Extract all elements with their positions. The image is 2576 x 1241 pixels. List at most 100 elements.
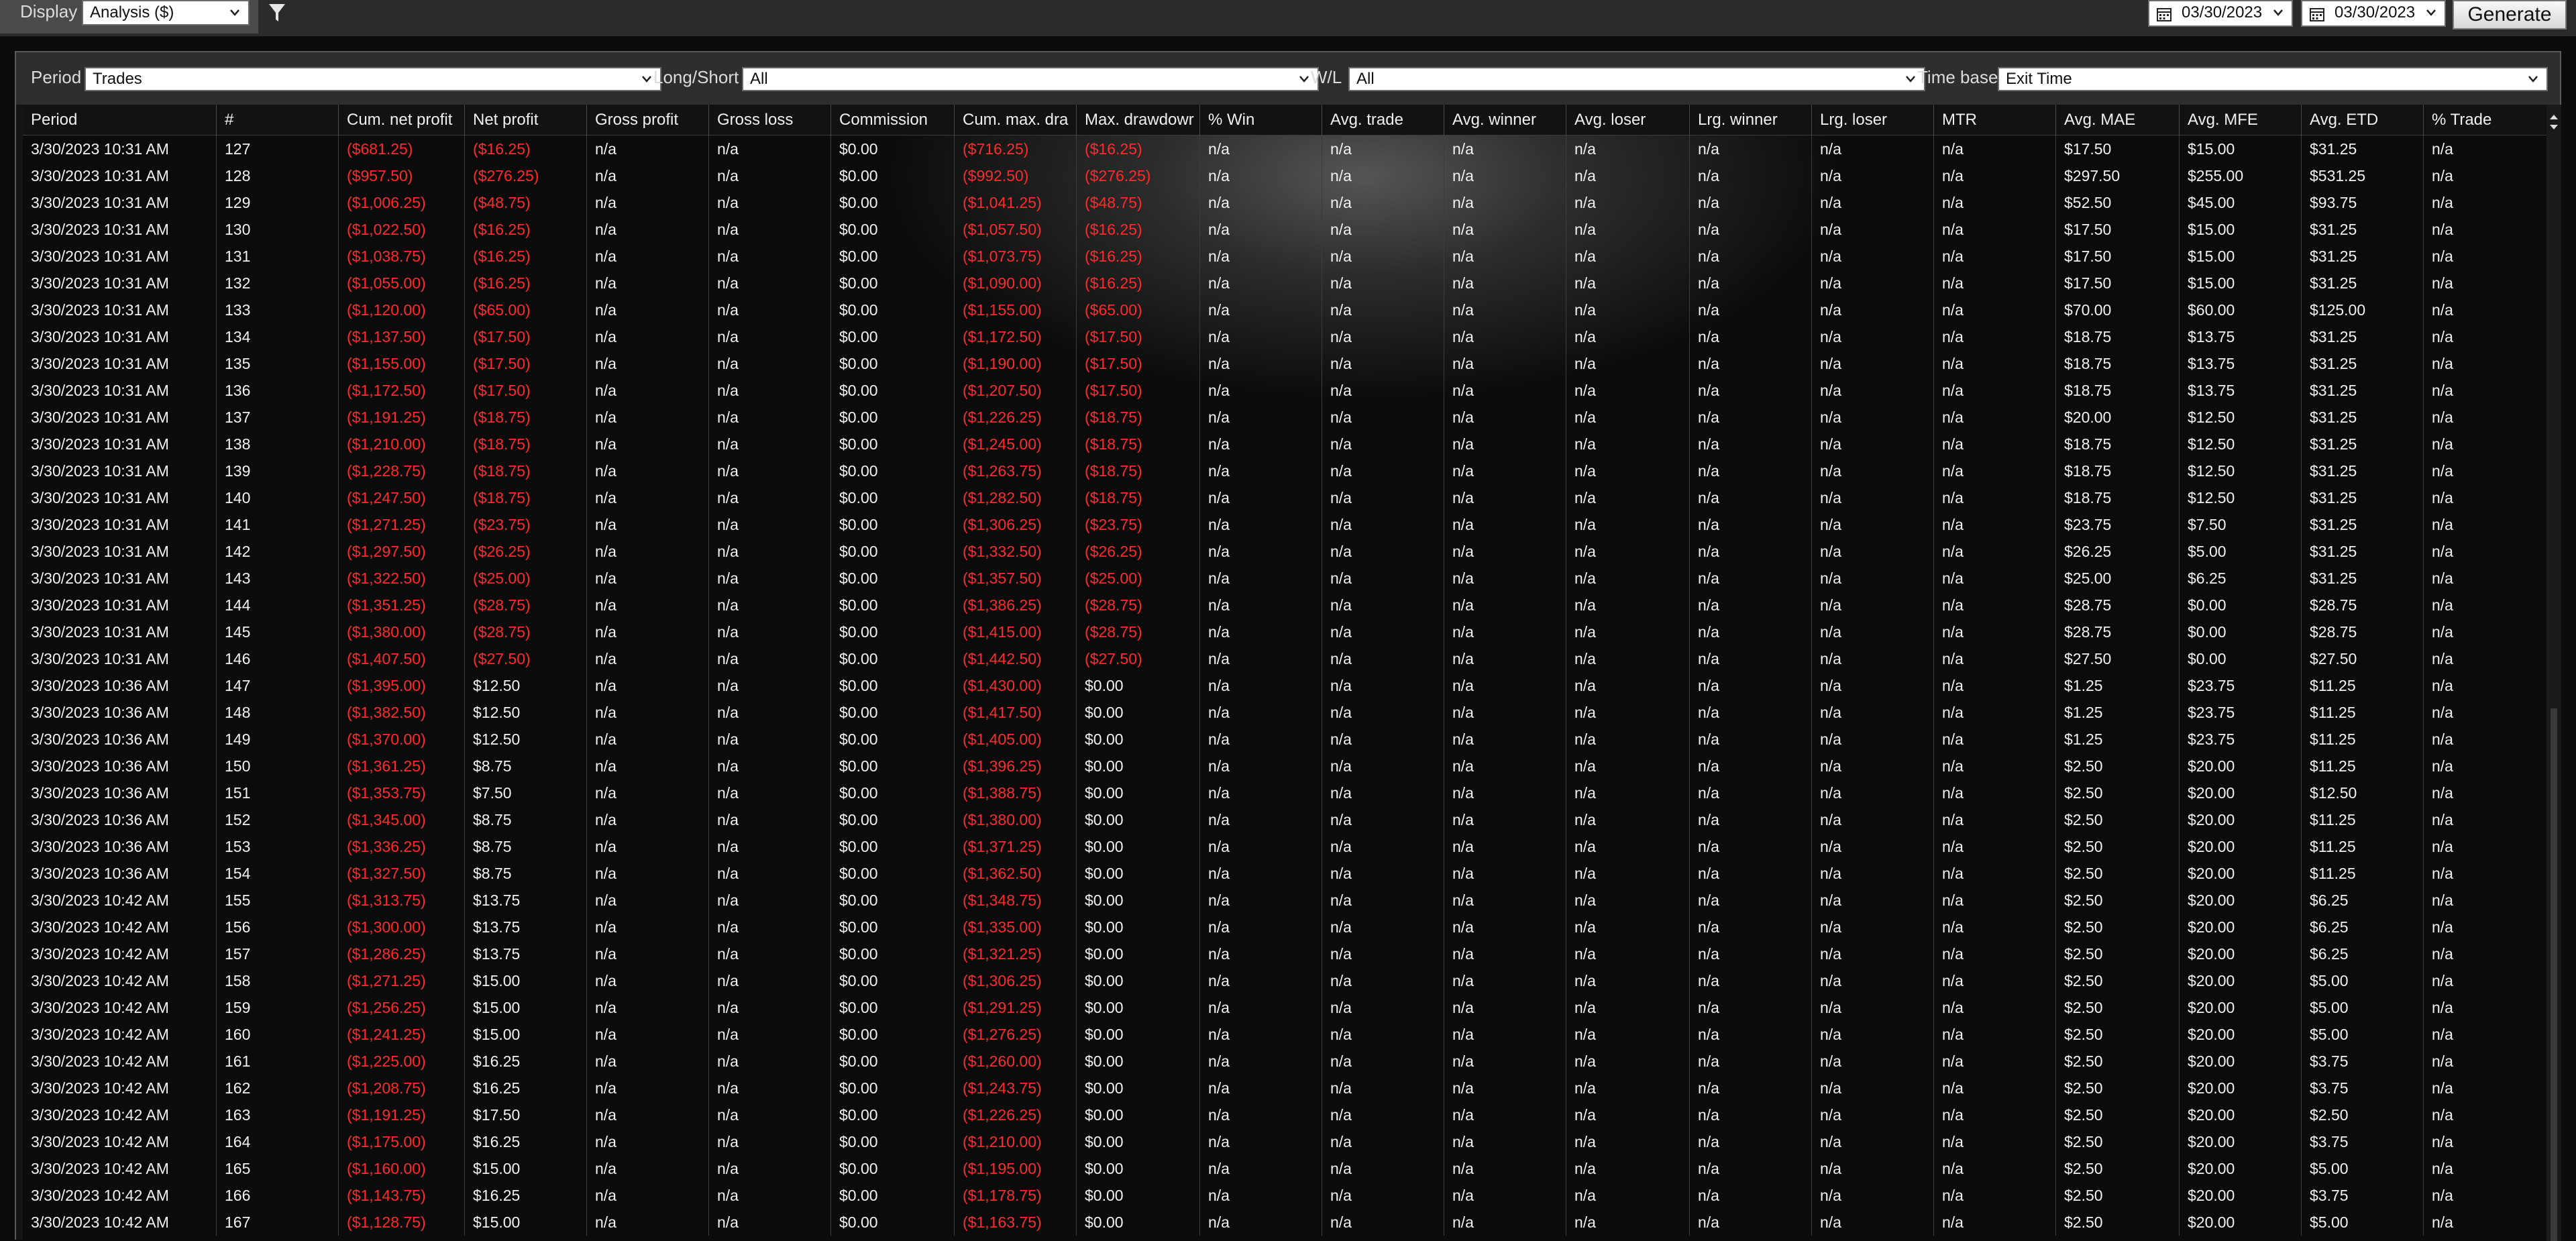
table-cell: $18.75	[2055, 377, 2179, 404]
table-cell: $11.25	[2301, 672, 2423, 699]
scrollbar-thumb[interactable]	[2551, 708, 2557, 1241]
table-cell: $20.00	[2179, 887, 2301, 914]
table-cell: n/a	[1199, 618, 1322, 645]
table-row[interactable]: 3/30/2023 10:31 AM 129 ($1,006.25) ($48.75)…	[23, 189, 2546, 216]
table-cell: 136	[216, 377, 338, 404]
table-row[interactable]: 3/30/2023 10:36 AM 148 ($1,382.50) $12.50 n/…	[23, 699, 2546, 726]
table-row[interactable]: 3/30/2023 10:36 AM 152 ($1,345.00) $8.75 n/a…	[23, 806, 2546, 833]
table-cell: n/a	[2423, 645, 2546, 672]
table-row[interactable]: 3/30/2023 10:31 AM 144 ($1,351.25) ($28.75)…	[23, 592, 2546, 618]
column-header[interactable]: Cum. max. dra	[954, 105, 1076, 136]
table-row[interactable]: 3/30/2023 10:42 AM 157 ($1,286.25) $13.75 n/…	[23, 940, 2546, 967]
table-row[interactable]: 3/30/2023 10:31 AM 135 ($1,155.00) ($17.50)…	[23, 350, 2546, 377]
table-row[interactable]: 3/30/2023 10:42 AM 161 ($1,225.00) $16.25 n/…	[23, 1048, 2546, 1075]
filter-icon[interactable]	[267, 1, 287, 24]
table-cell: n/a	[2423, 994, 2546, 1021]
table-row[interactable]: 3/30/2023 10:31 AM 137 ($1,191.25) ($18.75)…	[23, 404, 2546, 431]
scroll-arrows-icon[interactable]	[2546, 109, 2561, 136]
table-row[interactable]: 3/30/2023 10:31 AM 127 ($681.25) ($16.25) n/…	[23, 136, 2546, 162]
table-cell: n/a	[708, 618, 830, 645]
column-header[interactable]: MTR	[1933, 105, 2055, 136]
table-row[interactable]: 3/30/2023 10:36 AM 154 ($1,327.50) $8.75 n/a…	[23, 860, 2546, 887]
column-header[interactable]: Max. drawdowr	[1076, 105, 1199, 136]
column-header[interactable]: Lrg. winner	[1689, 105, 1811, 136]
table-row[interactable]: 3/30/2023 10:31 AM 131 ($1,038.75) ($16.25)…	[23, 243, 2546, 270]
table-row[interactable]: 3/30/2023 10:42 AM 164 ($1,175.00) $16.25 n/…	[23, 1128, 2546, 1155]
table-row[interactable]: 3/30/2023 10:42 AM 162 ($1,208.75) $16.25 n/…	[23, 1075, 2546, 1101]
table-cell: n/a	[586, 216, 708, 243]
column-header[interactable]: #	[216, 105, 338, 136]
display-select[interactable]: Analysis ($)	[82, 0, 250, 25]
column-header[interactable]: Avg. loser	[1566, 105, 1689, 136]
timebase-select[interactable]: Exit Time	[1998, 67, 2548, 91]
table-row[interactable]: 3/30/2023 10:31 AM 134 ($1,137.50) ($17.50)…	[23, 323, 2546, 350]
column-header[interactable]: Gross profit	[586, 105, 708, 136]
longshort-select[interactable]: All	[742, 67, 1319, 91]
column-header[interactable]: Lrg. loser	[1811, 105, 1933, 136]
table-cell: n/a	[1689, 1075, 1811, 1101]
table-row[interactable]: 3/30/2023 10:31 AM 133 ($1,120.00) ($65.00)…	[23, 296, 2546, 323]
period-select[interactable]: Trades	[85, 67, 661, 91]
table-row[interactable]: 3/30/2023 10:31 AM 142 ($1,297.50) ($26.25)…	[23, 538, 2546, 565]
table-cell: n/a	[1444, 672, 1566, 699]
table-cell: n/a	[1199, 1155, 1322, 1182]
generate-button[interactable]: Generate	[2453, 0, 2567, 30]
column-header[interactable]: Avg. trade	[1322, 105, 1444, 136]
table-row[interactable]: 3/30/2023 10:42 AM 158 ($1,271.25) $15.00 n/…	[23, 967, 2546, 994]
table-row[interactable]: 3/30/2023 10:42 AM 156 ($1,300.00) $13.75 n/…	[23, 914, 2546, 940]
column-header[interactable]: Net profit	[464, 105, 586, 136]
table-row[interactable]: 3/30/2023 10:31 AM 140 ($1,247.50) ($18.75)…	[23, 484, 2546, 511]
table-row[interactable]: 3/30/2023 10:31 AM 146 ($1,407.50) ($27.50)…	[23, 645, 2546, 672]
table-row[interactable]: 3/30/2023 10:42 AM 163 ($1,191.25) $17.50 n/…	[23, 1101, 2546, 1128]
table-cell: n/a	[1689, 296, 1811, 323]
table-row[interactable]: 3/30/2023 10:36 AM 150 ($1,361.25) $8.75 n/a…	[23, 753, 2546, 779]
table-cell: $11.25	[2301, 833, 2423, 860]
column-header[interactable]: Avg. winner	[1444, 105, 1566, 136]
column-header[interactable]: Avg. MFE	[2179, 105, 2301, 136]
table-row[interactable]: 3/30/2023 10:42 AM 167 ($1,128.75) $15.00 n/…	[23, 1209, 2546, 1236]
date-to-picker[interactable]: 03/30/2023	[2301, 0, 2446, 27]
column-header[interactable]: Commission	[830, 105, 954, 136]
column-header[interactable]: Period	[23, 105, 216, 136]
table-row[interactable]: 3/30/2023 10:31 AM 128 ($957.50) ($276.25) n…	[23, 162, 2546, 189]
table-cell: n/a	[1933, 699, 2055, 726]
column-header[interactable]: Avg. ETD	[2301, 105, 2423, 136]
column-header[interactable]: Gross loss	[708, 105, 830, 136]
table-cell: 149	[216, 726, 338, 753]
table-cell: n/a	[708, 243, 830, 270]
table-cell: n/a	[1811, 243, 1933, 270]
column-header[interactable]: % Trade	[2423, 105, 2546, 136]
date-from-picker[interactable]: 03/30/2023	[2148, 0, 2293, 27]
table-row[interactable]: 3/30/2023 10:31 AM 132 ($1,055.00) ($16.25)…	[23, 270, 2546, 296]
table-cell: n/a	[1444, 565, 1566, 592]
table-row[interactable]: 3/30/2023 10:31 AM 143 ($1,322.50) ($25.00)…	[23, 565, 2546, 592]
table-row[interactable]: 3/30/2023 10:42 AM 165 ($1,160.00) $15.00 n/…	[23, 1155, 2546, 1182]
table-row[interactable]: 3/30/2023 10:42 AM 159 ($1,256.25) $15.00 n/…	[23, 994, 2546, 1021]
table-cell: n/a	[1566, 484, 1689, 511]
table-cell: $2.50	[2055, 1128, 2179, 1155]
vertical-scrollbar[interactable]	[2546, 105, 2561, 1241]
table-row[interactable]: 3/30/2023 10:31 AM 136 ($1,172.50) ($17.50)…	[23, 377, 2546, 404]
table-cell: ($23.75)	[1076, 511, 1199, 538]
column-header[interactable]: Avg. MAE	[2055, 105, 2179, 136]
column-header[interactable]: % Win	[1199, 105, 1322, 136]
table-cell: $23.75	[2179, 672, 2301, 699]
table-cell: n/a	[708, 860, 830, 887]
table-row[interactable]: 3/30/2023 10:42 AM 166 ($1,143.75) $16.25 n/…	[23, 1182, 2546, 1209]
table-row[interactable]: 3/30/2023 10:31 AM 145 ($1,380.00) ($28.75)…	[23, 618, 2546, 645]
table-cell: ($1,321.25)	[954, 940, 1076, 967]
table-row[interactable]: 3/30/2023 10:42 AM 160 ($1,241.25) $15.00 n/…	[23, 1021, 2546, 1048]
table-row[interactable]: 3/30/2023 10:36 AM 151 ($1,353.75) $7.50 n/a…	[23, 779, 2546, 806]
table-row[interactable]: 3/30/2023 10:42 AM 155 ($1,313.75) $13.75 n/…	[23, 887, 2546, 914]
table-row[interactable]: 3/30/2023 10:31 AM 138 ($1,210.00) ($18.75)…	[23, 431, 2546, 457]
table-row[interactable]: 3/30/2023 10:36 AM 153 ($1,336.25) $8.75 n/a…	[23, 833, 2546, 860]
table-row[interactable]: 3/30/2023 10:36 AM 147 ($1,395.00) $12.50 n/…	[23, 672, 2546, 699]
wl-select[interactable]: All	[1348, 67, 1925, 91]
column-header[interactable]: Cum. net profit	[338, 105, 464, 136]
table-row[interactable]: 3/30/2023 10:31 AM 141 ($1,271.25) ($23.75)…	[23, 511, 2546, 538]
table-row[interactable]: 3/30/2023 10:36 AM 149 ($1,370.00) $12.50 n/…	[23, 726, 2546, 753]
table-cell: 3/30/2023 10:31 AM	[31, 301, 169, 319]
table-cell: n/a	[586, 994, 708, 1021]
table-row[interactable]: 3/30/2023 10:31 AM 130 ($1,022.50) ($16.25)…	[23, 216, 2546, 243]
table-row[interactable]: 3/30/2023 10:31 AM 139 ($1,228.75) ($18.75)…	[23, 457, 2546, 484]
